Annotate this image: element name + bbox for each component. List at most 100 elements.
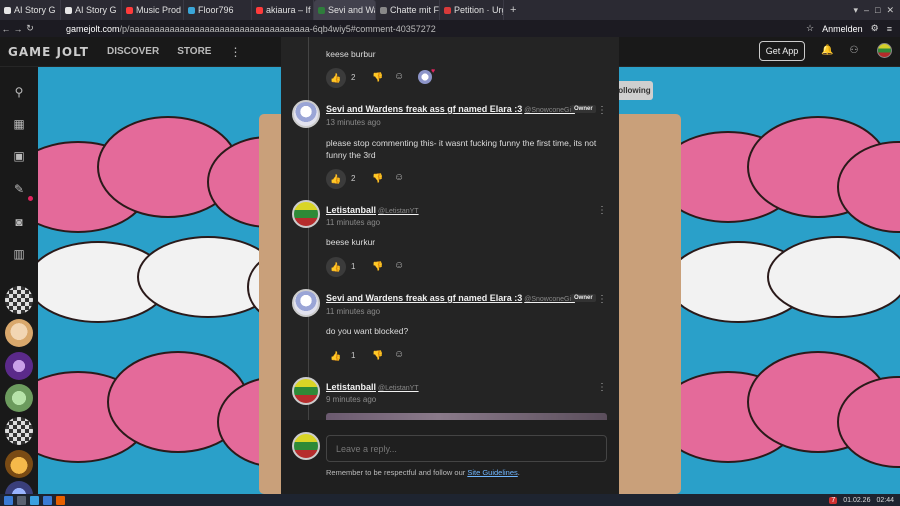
new-tab-button[interactable]: + <box>504 4 522 16</box>
community-avatar[interactable] <box>5 319 33 347</box>
community-avatar[interactable] <box>5 384 33 412</box>
comment-text: beese kurkur <box>326 237 376 247</box>
commenter-handle: @SnowconeGirl <box>524 296 575 303</box>
commenter-handle: @LetistanYT <box>378 208 419 215</box>
commenter-avatar[interactable] <box>292 289 320 317</box>
gamejolt-logo[interactable]: GAME JOLT <box>8 45 89 59</box>
close-icon[interactable]: ✕ <box>886 5 894 16</box>
community-avatar[interactable] <box>5 352 33 380</box>
reply-note-suffix: . <box>517 468 520 477</box>
reactor-avatar[interactable] <box>418 70 432 84</box>
activity-icon[interactable]: ⚲ <box>12 85 26 99</box>
tab-favicon-icon <box>256 6 263 14</box>
comment-more-icon[interactable]: ⋮ <box>597 294 607 305</box>
comment-actions: 👍 1 👎 ☺ <box>326 257 526 277</box>
browser-tab-active[interactable]: Sevi and Wa <box>314 0 376 20</box>
comment-more-icon[interactable]: ⋮ <box>597 382 607 393</box>
extensions-icon[interactable]: ⚙ <box>871 23 879 34</box>
browser-tab[interactable]: AI Story G <box>61 0 122 20</box>
dislike-icon[interactable]: 👎 <box>372 173 383 184</box>
browser-tab[interactable]: Music Prod <box>122 0 184 20</box>
like-button[interactable]: 👍 <box>326 169 346 189</box>
add-reaction-icon[interactable]: ☺ <box>394 71 404 82</box>
community-avatar[interactable] <box>5 286 33 314</box>
tab-label: Chatte mit Fa <box>390 5 440 15</box>
browser-tab[interactable]: Floor796 <box>184 0 252 20</box>
tab-label: Music Prod <box>136 5 182 15</box>
reload-icon[interactable]: ↻ <box>24 23 36 34</box>
browser-tab[interactable]: Petition · Urg <box>440 0 504 20</box>
notification-count-badge[interactable]: 7 <box>829 496 838 504</box>
tab-label: Floor796 <box>198 5 234 15</box>
like-button[interactable]: 👍 <box>326 68 346 88</box>
minimize-icon[interactable]: – <box>864 5 869 16</box>
friends-icon[interactable]: ⚇ <box>849 46 859 56</box>
back-icon[interactable]: ← <box>0 24 12 34</box>
backpack-icon[interactable]: ▣ <box>12 149 26 163</box>
dislike-icon[interactable]: 👎 <box>372 72 383 83</box>
add-reaction-icon[interactable]: ☺ <box>394 260 404 271</box>
system-tray: 7 01.02.26 02:44 <box>829 496 900 504</box>
site-guidelines-link[interactable]: Site Guidelines <box>467 468 517 477</box>
store-icon[interactable]: ▦ <box>12 117 26 131</box>
dislike-icon[interactable]: 👎 <box>372 350 383 361</box>
community-avatar[interactable] <box>5 417 33 445</box>
like-button[interactable]: 👍 <box>326 257 346 277</box>
comment-more-icon[interactable]: ⋮ <box>597 205 607 216</box>
forward-icon[interactable]: → <box>12 24 24 34</box>
maximize-icon[interactable]: □ <box>875 5 880 16</box>
commenter-avatar[interactable] <box>292 377 320 405</box>
start-menu-icon[interactable] <box>4 495 13 505</box>
chat-icon[interactable]: ◙ <box>12 215 26 229</box>
commenter-avatar[interactable] <box>292 100 320 128</box>
browser-navigation-bar: ← → ↻ gamejolt.com/p/aaaaaaaaaaaaaaaaaaa… <box>0 20 900 37</box>
tab-label: Petition · Urg <box>454 5 504 15</box>
thread-line <box>308 37 309 420</box>
taskbar-app-icon[interactable] <box>43 495 52 505</box>
add-reaction-icon[interactable]: ☺ <box>394 349 404 360</box>
commenter-display-name[interactable]: Sevi and Wardens freak ass gf named Elar… <box>326 104 522 114</box>
taskbar-app-icon[interactable] <box>17 495 26 505</box>
reply-guidelines-note: Remember to be respectful and follow our… <box>326 468 520 477</box>
comment-more-icon[interactable]: ⋮ <box>597 105 607 116</box>
commenter-display-name[interactable]: Letistanball <box>326 205 376 215</box>
user-avatar[interactable] <box>877 43 892 58</box>
dislike-icon[interactable]: 👎 <box>372 261 383 272</box>
commenter-name[interactable]: Letistanball @LetistanYT <box>326 382 419 392</box>
firefox-icon[interactable] <box>56 495 65 505</box>
browser-tab[interactable]: akiaura – If Y <box>252 0 314 20</box>
commenter-handle: @SnowconeGirl <box>524 107 575 114</box>
library-icon[interactable]: ▥ <box>12 247 26 261</box>
nav-discover[interactable]: DISCOVER <box>107 46 159 57</box>
comment-time: 13 minutes ago <box>326 118 381 127</box>
more-menu-icon[interactable]: ⋮ <box>229 45 241 59</box>
owner-badge: Owner <box>571 105 596 113</box>
file-manager-icon[interactable] <box>30 495 39 505</box>
add-reaction-icon[interactable]: ☺ <box>394 172 404 183</box>
nav-store[interactable]: STORE <box>177 46 211 57</box>
menu-icon[interactable]: ≡ <box>887 24 892 34</box>
commenter-name[interactable]: Sevi and Wardens freak ass gf named Elar… <box>326 293 575 303</box>
commenter-name[interactable]: Sevi and Wardens freak ass gf named Elar… <box>326 104 575 114</box>
community-avatar[interactable] <box>5 450 33 478</box>
notifications-bell-icon[interactable]: 🔔 <box>821 46 833 56</box>
tab-favicon-icon <box>188 6 195 14</box>
comment-actions: 👍 2 👎 ☺ ♥ <box>326 68 526 88</box>
like-count: 1 <box>351 262 356 271</box>
commenter-avatar[interactable] <box>292 200 320 228</box>
reply-input[interactable]: Leave a reply... <box>326 435 607 462</box>
commenter-display-name[interactable]: Sevi and Wardens freak ass gf named Elar… <box>326 293 522 303</box>
comment-time: 11 minutes ago <box>326 218 381 227</box>
browser-tab[interactable]: AI Story G <box>0 0 61 20</box>
quests-icon[interactable]: ✎ <box>12 182 26 196</box>
list-tabs-icon[interactable]: ▾ <box>853 5 858 16</box>
get-app-button[interactable]: Get App <box>759 41 805 61</box>
like-button[interactable]: 👍 <box>326 346 346 366</box>
commenter-display-name[interactable]: Letistanball <box>326 382 376 392</box>
url-bar[interactable]: gamejolt.com/p/aaaaaaaaaaaaaaaaaaaaaaaaa… <box>66 22 766 36</box>
reply-note-text: Remember to be respectful and follow our <box>326 468 468 477</box>
login-button[interactable]: Anmelden <box>822 24 863 34</box>
bookmark-star-icon[interactable]: ☆ <box>806 23 814 34</box>
commenter-name[interactable]: Letistanball @LetistanYT <box>326 205 419 215</box>
browser-tab[interactable]: Chatte mit Fa <box>376 0 440 20</box>
